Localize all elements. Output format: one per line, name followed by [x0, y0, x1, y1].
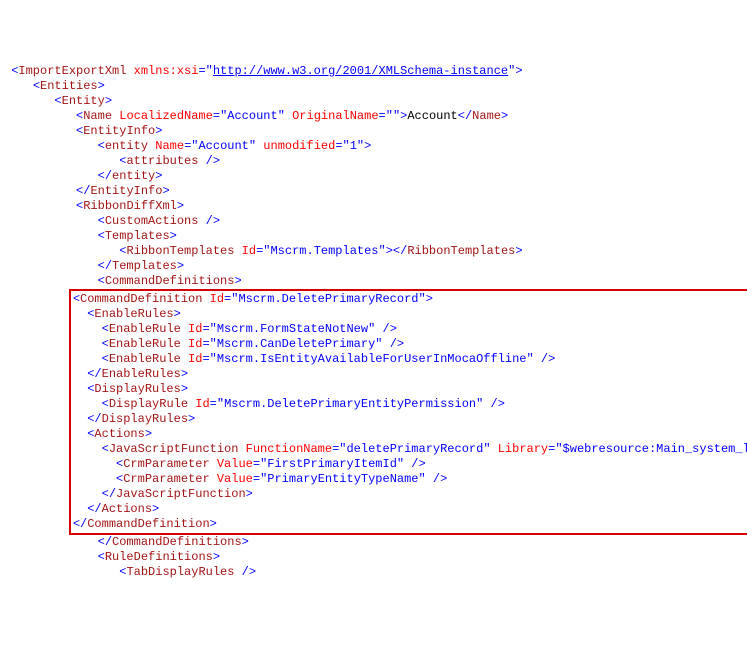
code-line: </DisplayRules> [73, 412, 747, 427]
gutter [4, 154, 47, 169]
code-line: <EntityInfo> [4, 124, 743, 139]
gutter [4, 94, 26, 109]
code-line: </CommandDefinition> [73, 517, 747, 532]
code-line: <JavaScriptFunction FunctionName="delete… [73, 442, 747, 457]
gutter [4, 535, 40, 550]
code-line: <Entities> [4, 79, 743, 94]
gutter [4, 259, 40, 274]
gutter [4, 184, 33, 199]
code-line: </entity> [4, 169, 743, 184]
code-line: </Actions> [73, 502, 747, 517]
gutter [4, 169, 40, 184]
code-line: <entity Name="Account" unmodified="1"> [4, 139, 743, 154]
gutter [4, 274, 40, 289]
highlight-box: <CommandDefinition Id="Mscrm.DeletePrima… [69, 289, 747, 535]
xml-code-block: <ImportExportXml xmlns:xsi="http://www.w… [4, 64, 743, 580]
code-line: <CommandDefinition Id="Mscrm.DeletePrima… [73, 292, 747, 307]
gutter [4, 565, 47, 580]
code-line: </EnableRules> [73, 367, 747, 382]
code-line: <attributes /> [4, 154, 743, 169]
code-line: </EntityInfo> [4, 184, 743, 199]
gutter [4, 109, 33, 124]
code-line: <EnableRule Id="Mscrm.CanDeletePrimary" … [73, 337, 747, 352]
code-line: <EnableRule Id="Mscrm.FormStateNotNew" /… [73, 322, 747, 337]
code-line: <CustomActions /> [4, 214, 743, 229]
code-line: <Templates> [4, 229, 743, 244]
code-line: <EnableRules> [73, 307, 747, 322]
gutter [4, 139, 40, 154]
code-line: <EnableRule Id="Mscrm.IsEntityAvailableF… [73, 352, 747, 367]
code-line: <DisplayRules> [73, 382, 747, 397]
gutter [4, 199, 33, 214]
code-line: <Name LocalizedName="Account" OriginalNa… [4, 109, 743, 124]
gutter [4, 79, 18, 94]
code-line: <RuleDefinitions> [4, 550, 743, 565]
code-line: <CommandDefinitions> [4, 274, 743, 289]
code-line: <ImportExportXml xmlns:xsi="http://www.w… [4, 64, 743, 79]
code-line: <RibbonDiffXml> [4, 199, 743, 214]
code-line: <Actions> [73, 427, 747, 442]
code-line: <DisplayRule Id="Mscrm.DeletePrimaryEnti… [73, 397, 747, 412]
code-line: </CommandDefinitions> [4, 535, 743, 550]
gutter [4, 550, 40, 565]
gutter [4, 124, 33, 139]
gutter [4, 244, 47, 259]
code-line: </JavaScriptFunction> [73, 487, 747, 502]
gutter-col [4, 289, 69, 529]
code-line: </Templates> [4, 259, 743, 274]
gutter [4, 214, 40, 229]
gutter [4, 229, 40, 244]
code-line: <CrmParameter Value="FirstPrimaryItemId"… [73, 457, 747, 472]
code-line: <Entity> [4, 94, 743, 109]
code-line: <TabDisplayRules /> [4, 565, 743, 580]
code-line: <RibbonTemplates Id="Mscrm.Templates"></… [4, 244, 743, 259]
code-line: <CrmParameter Value="PrimaryEntityTypeNa… [73, 472, 747, 487]
